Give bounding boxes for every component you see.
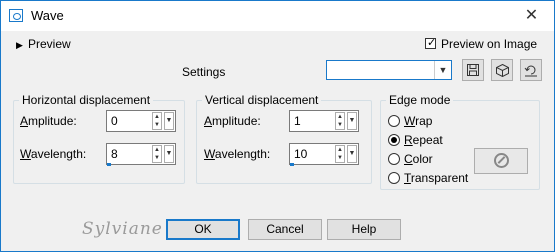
- horizontal-amplitude-label: Amplitude:: [20, 114, 77, 128]
- save-preset-icon: [467, 64, 479, 76]
- randomize-icon: [494, 63, 510, 78]
- vertical-amplitude-input[interactable]: 1 ▲ ▼ ▼: [289, 110, 359, 132]
- chevron-down-icon[interactable]: ▼: [347, 145, 357, 163]
- window-title: Wave: [31, 8, 64, 23]
- edge-mode-color-label[interactable]: Color: [404, 152, 433, 166]
- checkmark-icon: ✓: [427, 37, 437, 49]
- no-color-icon: [494, 153, 509, 168]
- vertical-amplitude-label: Amplitude:: [204, 114, 261, 128]
- save-preset-button[interactable]: [462, 59, 484, 81]
- horizontal-wavelength-input[interactable]: 8 ▲ ▼ ▼: [106, 143, 176, 165]
- watermark-signature: Sylviane: [82, 219, 163, 239]
- edge-mode-repeat-radio[interactable]: [388, 134, 400, 146]
- close-button[interactable]: ✕: [509, 1, 554, 31]
- vertical-wavelength-label: Wavelength:: [204, 147, 271, 161]
- horizontal-amplitude-input[interactable]: 0 ▲ ▼ ▼: [106, 110, 176, 132]
- preview-on-image-label: Preview on Image: [441, 37, 538, 51]
- help-button[interactable]: Help: [327, 219, 401, 240]
- edge-mode-title: Edge mode: [386, 93, 454, 107]
- edge-mode-repeat-label[interactable]: Repeat: [404, 133, 443, 147]
- chevron-down-icon[interactable]: ▼: [164, 112, 174, 130]
- expand-arrow-icon[interactable]: ▶: [16, 40, 23, 51]
- vertical-wavelength-slider-mark[interactable]: [290, 163, 294, 166]
- preview-on-image-checkbox[interactable]: ✓: [425, 37, 437, 49]
- edge-color-swatch[interactable]: [474, 148, 528, 174]
- chevron-down-icon[interactable]: ▼: [347, 112, 357, 130]
- settings-label: Settings: [182, 65, 226, 79]
- vertical-displacement-title: Vertical displacement: [202, 93, 322, 107]
- edge-mode-wrap-radio[interactable]: [388, 115, 400, 127]
- preview-toggle[interactable]: Preview: [28, 37, 71, 51]
- spin-arrows-icon[interactable]: ▲ ▼: [335, 145, 345, 163]
- horizontal-wavelength-slider-mark[interactable]: [107, 163, 111, 166]
- cancel-button[interactable]: Cancel: [248, 219, 322, 240]
- radio-selected-dot: [391, 137, 397, 143]
- edge-mode-color-radio[interactable]: [388, 153, 400, 165]
- title-bar: Wave ✕: [1, 1, 554, 31]
- reset-button[interactable]: [520, 59, 542, 81]
- edge-mode-wrap-label[interactable]: Wrap: [404, 114, 432, 128]
- preset-combo[interactable]: ▼: [326, 60, 452, 80]
- horizontal-wavelength-label: Wavelength:: [20, 147, 87, 161]
- ok-button[interactable]: OK: [166, 219, 240, 240]
- edge-mode-transparent-radio[interactable]: [388, 172, 400, 184]
- spin-arrows-icon[interactable]: ▲ ▼: [152, 112, 162, 130]
- edge-mode-transparent-label[interactable]: Transparent: [404, 171, 468, 185]
- spin-arrows-icon[interactable]: ▲ ▼: [152, 145, 162, 163]
- randomize-button[interactable]: [491, 59, 513, 81]
- horizontal-displacement-title: Horizontal displacement: [19, 93, 154, 107]
- chevron-down-icon[interactable]: ▼: [164, 145, 174, 163]
- wave-app-icon: [9, 9, 23, 22]
- spin-arrows-icon[interactable]: ▲ ▼: [335, 112, 345, 130]
- reset-icon: [524, 65, 537, 77]
- vertical-wavelength-input[interactable]: 10 ▲ ▼ ▼: [289, 143, 359, 165]
- chevron-down-icon[interactable]: ▼: [434, 61, 451, 79]
